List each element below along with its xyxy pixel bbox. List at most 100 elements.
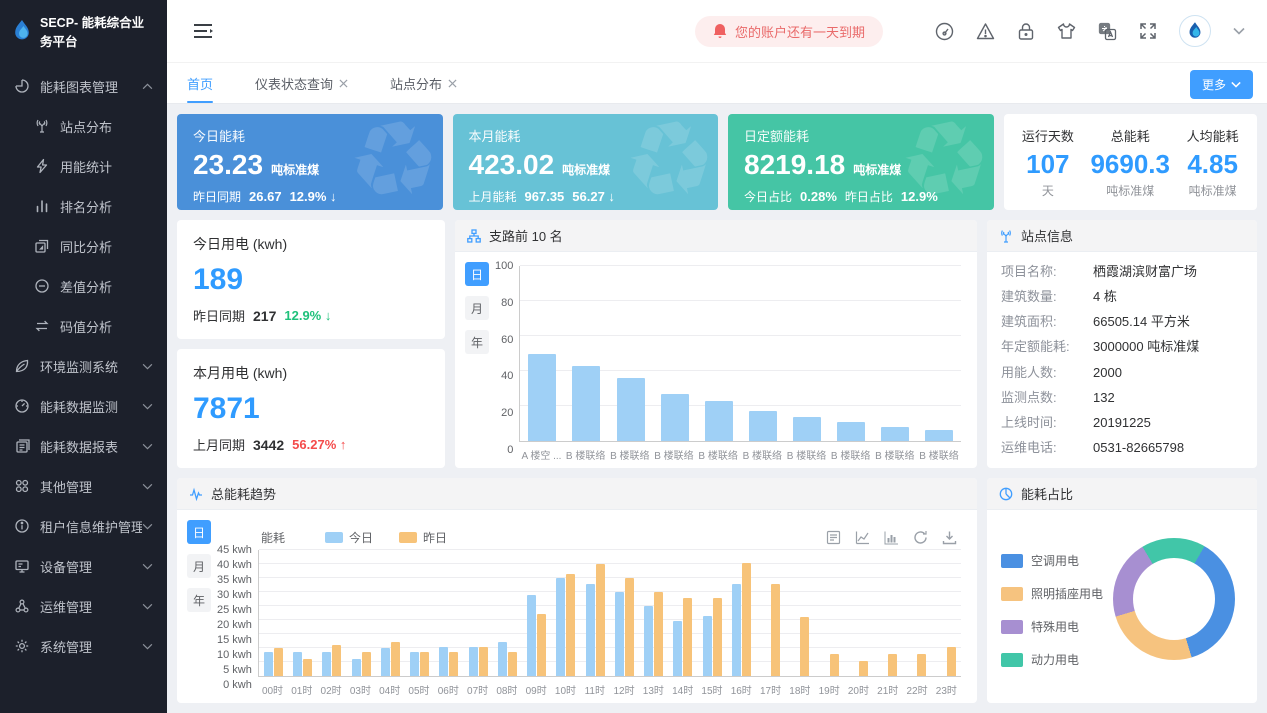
download-icon[interactable] [942,530,957,545]
tab-2[interactable]: 站点分布 [390,63,457,103]
trend-bar-昨日[interactable] [274,648,283,676]
trend-bar-昨日[interactable] [596,564,605,676]
trend-bar-今日[interactable] [586,584,595,676]
trend-bar-昨日[interactable] [362,652,371,676]
trend-period-日[interactable]: 日 [187,520,211,544]
trend-period-年[interactable]: 年 [187,588,211,612]
stat-card-2[interactable]: 日定额能耗8219.18吨标准煤今日占比0.28%昨日占比12.9%♻ [728,114,994,210]
trend-bar-今日[interactable] [673,621,682,676]
trend-bar-今日[interactable] [527,595,536,676]
bar-chart-icon[interactable] [884,530,899,545]
trend-bar-今日[interactable] [556,578,565,676]
trend-bar-今日[interactable] [732,584,741,676]
more-tabs-button[interactable]: 更多 [1190,70,1253,99]
legend-昨日[interactable]: 昨日 [399,529,447,546]
trend-bar-昨日[interactable] [713,598,722,676]
energy-ratio-donut-chart[interactable] [1113,538,1235,660]
ratio-legend-2[interactable]: 特殊用电 [1001,618,1103,635]
trend-bar-昨日[interactable] [479,647,488,676]
trend-bar-昨日[interactable] [800,617,809,676]
trend-bar-今日[interactable] [469,647,478,676]
branch-bar-6[interactable] [793,417,821,441]
branch-bar-3[interactable] [661,394,689,441]
sidebar-item-3[interactable]: 能耗数据报表 [0,426,167,466]
trend-bar-昨日[interactable] [859,661,868,676]
sidebar-subitem-4[interactable]: 差值分析 [0,266,167,306]
refresh-icon[interactable] [913,530,928,545]
trend-bar-今日[interactable] [410,652,419,676]
sidebar-item-5[interactable]: 租户信息维护管理 [0,506,167,546]
trend-period-月[interactable]: 月 [187,554,211,578]
trend-bar-今日[interactable] [498,642,507,676]
sidebar-subitem-3[interactable]: 同比分析 [0,226,167,266]
trend-bar-今日[interactable] [322,652,331,676]
user-menu-chevron-icon[interactable] [1233,27,1245,35]
trend-bar-昨日[interactable] [566,574,575,676]
stat-card-0[interactable]: 今日能耗23.23吨标准煤昨日同期26.6712.9% ↓♻ [177,114,443,210]
trend-bar-今日[interactable] [615,592,624,676]
tab-close-icon[interactable] [339,79,348,88]
theme-shirt-icon[interactable] [1057,22,1076,40]
sidebar-item-1[interactable]: 环境监测系统 [0,346,167,386]
data-view-icon[interactable] [826,530,841,545]
trend-bar-今日[interactable] [293,652,302,676]
trend-bar-昨日[interactable] [508,652,517,676]
trend-bar-今日[interactable] [264,652,273,676]
sidebar-item-7[interactable]: 运维管理 [0,586,167,626]
branch-bar-1[interactable] [572,366,600,441]
stat-card-1[interactable]: 本月能耗423.02吨标准煤上月能耗967.3556.27 ↓♻ [453,114,719,210]
trend-bar-昨日[interactable] [654,592,663,676]
branch-bar-9[interactable] [925,430,953,441]
line-chart-icon[interactable] [855,530,870,545]
translate-icon[interactable] [1098,22,1117,41]
ratio-legend-0[interactable]: 空调用电 [1001,552,1103,569]
tab-0[interactable]: 首页 [187,63,213,103]
trend-bar-昨日[interactable] [537,614,546,676]
legend-今日[interactable]: 今日 [325,529,373,546]
trend-bar-昨日[interactable] [771,584,780,676]
branch-bar-2[interactable] [617,378,645,441]
trend-bar-昨日[interactable] [917,654,926,676]
branch-period-日[interactable]: 日 [465,262,489,286]
branch-bar-0[interactable] [528,354,556,442]
ratio-legend-3[interactable]: 动力用电 [1001,651,1103,668]
trend-bar-昨日[interactable] [625,578,634,676]
sidebar-item-2[interactable]: 能耗数据监测 [0,386,167,426]
trend-bar-今日[interactable] [381,648,390,676]
trend-bar-今日[interactable] [644,606,653,676]
fullscreen-icon[interactable] [1139,22,1157,40]
user-avatar[interactable] [1179,15,1211,47]
dashboard-gauge-icon[interactable] [935,22,954,41]
trend-bar-昨日[interactable] [303,659,312,676]
branch-bar-5[interactable] [749,411,777,441]
trend-bar-昨日[interactable] [683,598,692,676]
tab-close-icon[interactable] [448,79,457,88]
branch-bar-7[interactable] [837,422,865,441]
ratio-legend-1[interactable]: 照明插座用电 [1001,585,1103,602]
trend-bar-今日[interactable] [352,659,361,676]
trend-bar-昨日[interactable] [888,654,897,676]
warning-triangle-icon[interactable] [976,22,995,41]
sidebar-item-8[interactable]: 系统管理 [0,626,167,666]
app-logo[interactable]: SECP- 能耗综合业务平台 [0,0,167,62]
account-expiry-notice[interactable]: 您的账户还有一天到期 [695,16,883,47]
trend-bar-昨日[interactable] [420,652,429,676]
sidebar-item-6[interactable]: 设备管理 [0,546,167,586]
collapse-sidebar-icon[interactable] [193,23,213,39]
trend-bar-今日[interactable] [703,616,712,676]
branch-period-月[interactable]: 月 [465,296,489,320]
trend-bar-今日[interactable] [439,647,448,676]
trend-bar-昨日[interactable] [947,647,956,676]
trend-bar-昨日[interactable] [830,654,839,676]
trend-bar-昨日[interactable] [332,645,341,676]
sidebar-item-4[interactable]: 其他管理 [0,466,167,506]
sidebar-subitem-2[interactable]: 排名分析 [0,186,167,226]
trend-bar-昨日[interactable] [742,563,751,676]
tab-1[interactable]: 仪表状态查询 [255,63,348,103]
sidebar-subitem-1[interactable]: 用能统计 [0,146,167,186]
sidebar-item-0[interactable]: 能耗图表管理 [0,66,167,106]
sidebar-subitem-5[interactable]: 码值分析 [0,306,167,346]
branch-period-年[interactable]: 年 [465,330,489,354]
branch-bar-4[interactable] [705,401,733,441]
lock-icon[interactable] [1017,22,1035,41]
